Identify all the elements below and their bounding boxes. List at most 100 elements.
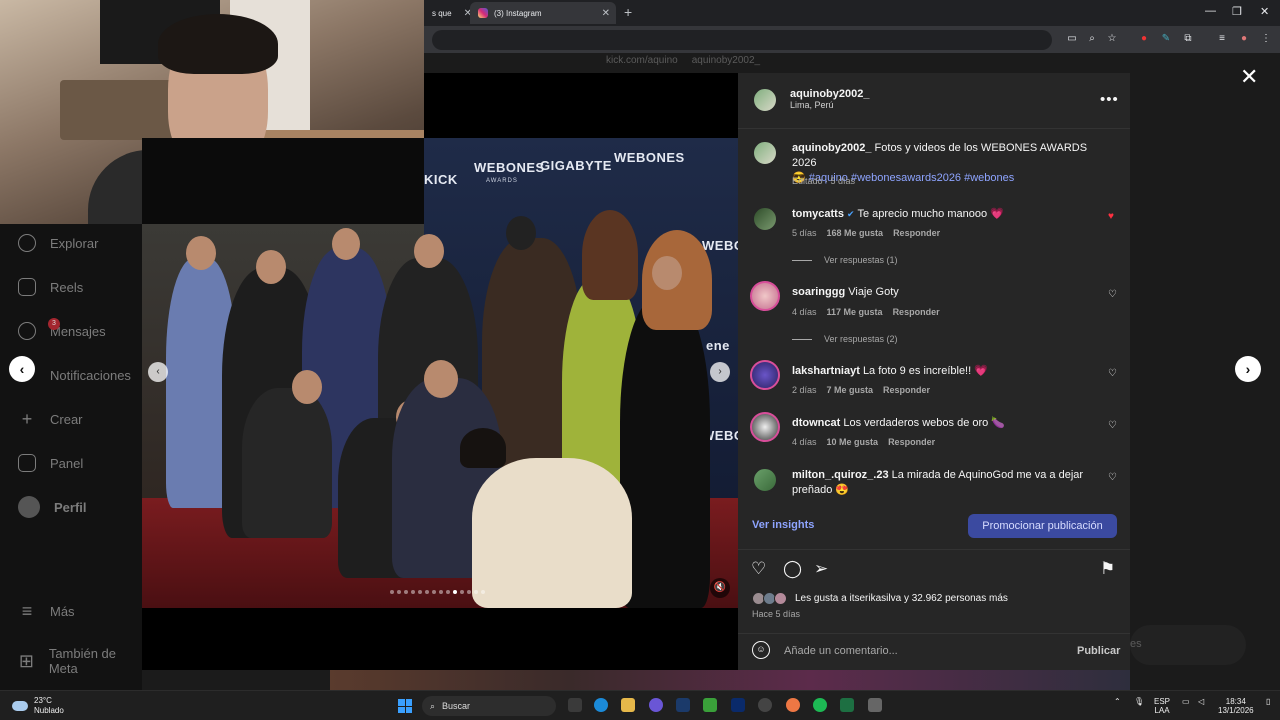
view-replies-button[interactable]: Ver respuestas (1) — [792, 255, 898, 265]
start-menu-icon[interactable] — [398, 699, 412, 713]
post-location[interactable]: Lima, Perú — [790, 100, 869, 110]
sidebar-item-mensajes[interactable]: 3 Mensajes — [18, 318, 106, 340]
task-view-icon[interactable] — [568, 698, 582, 712]
author-username[interactable]: aquinoby2002_ — [790, 88, 869, 100]
extensions-puzzle-icon[interactable]: ⧉ — [1182, 33, 1194, 45]
comment-like-heart-icon[interactable]: ♡ — [1108, 420, 1117, 431]
maximize-icon[interactable]: ❐ — [1232, 5, 1242, 18]
more-options-icon[interactable]: ••• — [1100, 91, 1119, 108]
cast-icon[interactable]: ▭ — [1066, 33, 1078, 45]
sidebar-item-panel[interactable]: Panel — [18, 454, 83, 472]
spotify-icon[interactable] — [813, 698, 827, 712]
tray-chevron-icon[interactable]: ⌃ — [1114, 697, 1121, 706]
like-heart-icon[interactable]: ♡ — [751, 559, 766, 579]
comment-username[interactable]: tomycatts — [792, 208, 844, 220]
minecraft-icon[interactable] — [703, 698, 717, 712]
sidebar-item-reels[interactable]: Reels — [18, 278, 83, 296]
publish-comment-button[interactable]: Publicar — [1077, 645, 1120, 657]
sidebar-item-tambien-de-meta[interactable]: ⊞ También de Meta — [18, 646, 142, 676]
avatar[interactable] — [752, 140, 778, 166]
zoom-icon[interactable]: ⌕ — [1086, 33, 1098, 45]
edge-icon[interactable] — [594, 698, 608, 712]
caption-username[interactable]: aquinoby2002_ — [792, 142, 871, 154]
comment-username[interactable]: dtowncat — [792, 417, 840, 429]
comment-like-heart-icon[interactable]: ♥ — [1108, 211, 1114, 222]
browser-menu-icon[interactable]: ⋮ — [1260, 33, 1272, 45]
excel-icon[interactable] — [840, 698, 854, 712]
extension-translate-icon[interactable]: ✎ — [1160, 33, 1172, 45]
volume-icon[interactable]: ◁ — [1198, 697, 1204, 706]
sidebar-item-mas[interactable]: ≡ Más — [18, 602, 75, 620]
sidebar-item-label: Reels — [50, 279, 84, 295]
close-modal-icon[interactable]: ✕ — [1240, 64, 1258, 90]
tab-close-icon[interactable]: ✕ — [602, 8, 610, 19]
comment-likes[interactable]: 117 Me gusta — [827, 307, 883, 317]
photoshop-icon[interactable] — [731, 698, 745, 712]
view-insights-link[interactable]: Ver insights — [752, 519, 814, 531]
network-icon[interactable]: ▭ — [1182, 697, 1190, 706]
file-explorer-icon[interactable] — [621, 698, 635, 712]
window-close-icon[interactable]: ✕ — [1260, 5, 1269, 18]
avatar[interactable] — [752, 206, 778, 232]
view-replies-button[interactable]: Ver respuestas (2) — [792, 334, 898, 344]
clock[interactable]: 18:34 13/1/2026 — [1218, 697, 1254, 715]
extension-record-icon[interactable]: ● — [1138, 33, 1150, 45]
save-bookmark-icon[interactable]: ⚑ — [1100, 559, 1115, 579]
discord-icon[interactable] — [649, 698, 663, 712]
likes-summary[interactable]: Les gusta a itserikasilva y 32.962 perso… — [752, 592, 1008, 605]
browser-tab-instagram[interactable]: (3) Instagram ✕ — [470, 2, 616, 24]
taskbar-search[interactable]: ⌕ Buscar — [422, 696, 556, 716]
comment-likes[interactable]: 168 Me gusta — [827, 228, 884, 238]
steam-icon[interactable] — [676, 698, 690, 712]
carousel-next-button[interactable]: › — [710, 362, 730, 382]
sidebar-item-explorar[interactable]: Explorar — [18, 234, 98, 252]
avatar[interactable] — [750, 360, 780, 390]
avatar[interactable] — [750, 412, 780, 442]
obs-icon[interactable] — [758, 698, 772, 712]
language-indicator[interactable]: ESP LAA — [1154, 697, 1170, 715]
comment-like-heart-icon[interactable]: ♡ — [1108, 368, 1117, 379]
share-paper-plane-icon[interactable]: ➢ — [814, 559, 828, 579]
previous-post-button[interactable]: ‹ — [9, 356, 35, 382]
reply-button[interactable]: Responder — [893, 228, 940, 238]
app-icon[interactable] — [868, 698, 882, 712]
minimize-icon[interactable]: — — [1205, 5, 1216, 17]
reply-button[interactable]: Responder — [893, 307, 940, 317]
avatar[interactable] — [752, 87, 778, 113]
notifications-icon[interactable]: ▯ — [1266, 697, 1270, 706]
microphone-icon[interactable]: 🎙 — [1134, 697, 1144, 706]
background-grid-thumbnails — [330, 670, 1130, 690]
clock-date: 13/1/2026 — [1218, 706, 1254, 715]
comment-like-heart-icon[interactable]: ♡ — [1108, 289, 1117, 300]
avatar[interactable] — [752, 467, 778, 493]
promote-post-button[interactable]: Promocionar publicación — [968, 514, 1117, 538]
reply-button[interactable]: Responder — [888, 437, 935, 447]
carousel-prev-button[interactable]: ‹ — [148, 362, 168, 382]
new-tab-button[interactable]: + — [624, 4, 632, 20]
avatar[interactable] — [750, 281, 780, 311]
address-bar[interactable] — [432, 30, 1052, 50]
reply-button[interactable]: Responder — [883, 385, 930, 395]
comment-input[interactable]: Añade un comentario... — [784, 645, 898, 657]
comment-bubble-icon[interactable]: ◯ — [783, 559, 802, 579]
comment-likes[interactable]: 7 Me gusta — [827, 385, 874, 395]
star-icon[interactable]: ☆ — [1106, 33, 1118, 45]
emoji-picker-icon[interactable]: ☺ — [752, 641, 770, 659]
comment-username[interactable]: lakshartniayt — [792, 365, 860, 377]
next-post-button[interactable]: › — [1235, 356, 1261, 382]
weather-widget[interactable]: 23°C Nublado — [12, 696, 64, 716]
mute-icon[interactable]: 🔇 — [710, 578, 730, 598]
avatar — [774, 592, 787, 605]
carousel-dot — [474, 590, 478, 594]
profile-avatar-icon[interactable]: ● — [1238, 33, 1250, 45]
menu-icon: ≡ — [21, 601, 33, 621]
sidebar-item-crear[interactable]: + Crear — [18, 410, 83, 428]
comment-username[interactable]: soaringgg — [792, 286, 845, 298]
comment-username[interactable]: milton_.quiroz_.23 — [792, 469, 889, 481]
avatar — [18, 496, 40, 518]
chrome-icon[interactable] — [786, 698, 800, 712]
sidebar-item-perfil[interactable]: Perfil — [18, 496, 87, 518]
comment-like-heart-icon[interactable]: ♡ — [1108, 472, 1117, 483]
comment-likes[interactable]: 10 Me gusta — [827, 437, 879, 447]
media-icon[interactable]: ≡ — [1216, 33, 1228, 45]
